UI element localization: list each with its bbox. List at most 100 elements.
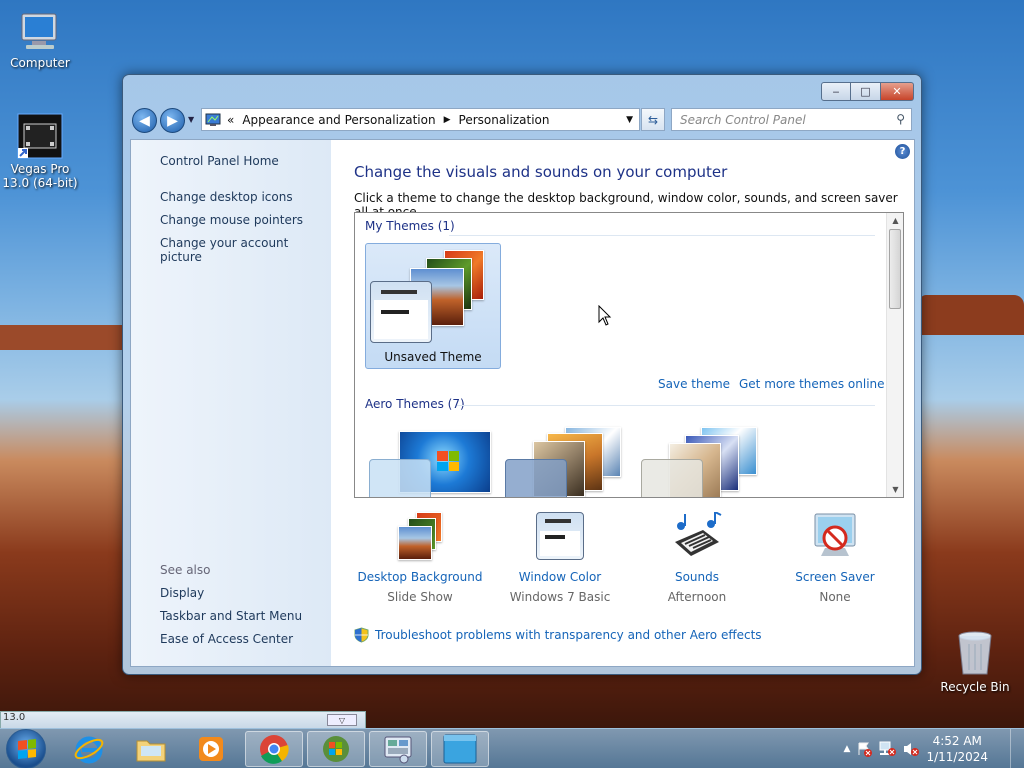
change-desktop-icons-link[interactable]: Change desktop icons [160, 190, 293, 204]
search-placeholder: Search Control Panel [680, 113, 806, 127]
scroll-down-icon[interactable]: ▼ [887, 482, 903, 497]
computer-icon [21, 13, 57, 49]
window-content: Control Panel Home Change desktop icons … [130, 139, 915, 667]
see-also-heading: See also [160, 563, 211, 577]
aero-theme-windows7[interactable] [369, 431, 493, 497]
preview-bar [381, 310, 409, 314]
mesa-rock [920, 295, 1024, 335]
minimize-button[interactable]: ‒ [821, 82, 851, 101]
forward-button[interactable]: ▶ [160, 108, 185, 133]
window-color-value: Windows 7 Basic [509, 590, 611, 604]
taskbar-start-menu-link[interactable]: Taskbar and Start Menu [160, 609, 302, 623]
taskbar-internet-explorer[interactable] [60, 731, 118, 767]
help-icon[interactable]: ? [895, 144, 910, 159]
media-player-icon [199, 737, 223, 761]
taskbar-control-panel[interactable] [369, 731, 427, 767]
left-pane: Control Panel Home Change desktop icons … [131, 140, 331, 666]
troubleshoot-label[interactable]: Troubleshoot problems with transparency … [375, 628, 762, 642]
collapse-icon[interactable]: ▽ [327, 714, 357, 726]
system-tray: ▲ 4:52 AM 1/11/2024 [844, 729, 1024, 768]
clock[interactable]: 4:52 AM 1/11/2024 [926, 733, 988, 765]
desktop-background-option[interactable]: Desktop Background Slide Show [355, 512, 485, 604]
taskbar-personalization[interactable] [307, 731, 365, 767]
clock-time: 4:52 AM [932, 734, 982, 748]
change-account-picture-link[interactable]: Change your account picture [160, 236, 331, 264]
scroll-up-icon[interactable]: ▲ [887, 213, 903, 228]
folder-icon [136, 740, 166, 762]
troubleshoot-link[interactable]: Troubleshoot problems with transparency … [354, 627, 762, 643]
back-button[interactable]: ◀ [132, 108, 157, 133]
theme-list[interactable]: My Themes (1) Unsaved Theme Save theme G… [354, 212, 904, 498]
mesa-rock [0, 325, 122, 350]
back-arrow-icon: ◀ [139, 112, 150, 129]
taskbar-chrome[interactable] [245, 731, 303, 767]
search-icon[interactable]: ⚲ [896, 112, 905, 126]
sounds-option[interactable]: Sounds Afternoon [632, 510, 762, 604]
window-color-label[interactable]: Window Color [495, 570, 625, 584]
change-mouse-pointers-link[interactable]: Change mouse pointers [160, 213, 303, 227]
personalization-window[interactable]: ‒ □ ✕ ◀ ▶ ▼ « Appearance and Personaliza… [122, 74, 922, 675]
desktop-icon-label: Computer [10, 56, 70, 70]
desktop-icon-recycle-bin[interactable]: Recycle Bin [935, 630, 1015, 694]
refresh-icon: ⇆ [647, 112, 659, 127]
forward-arrow-icon: ▶ [167, 112, 178, 129]
taskbar-vegas-pro[interactable] [431, 731, 489, 767]
network-icon[interactable] [878, 741, 897, 757]
internet-explorer-icon [74, 736, 104, 764]
window-preview-label: 13.0 [3, 712, 26, 723]
ease-of-access-link[interactable]: Ease of Access Center [160, 632, 293, 646]
address-dropdown-icon[interactable]: ▼ [626, 115, 633, 125]
breadcrumb-personalization[interactable]: Personalization [459, 113, 550, 127]
start-button[interactable] [6, 729, 46, 768]
show-hidden-icons-button[interactable]: ▲ [844, 744, 851, 754]
desktop-background-label[interactable]: Desktop Background [355, 570, 485, 584]
breadcrumb-overflow[interactable]: « [227, 113, 234, 127]
taskbar-file-explorer[interactable] [122, 731, 180, 767]
search-input[interactable]: Search Control Panel ⚲ [671, 108, 912, 131]
save-theme-link[interactable]: Save theme [658, 377, 730, 391]
action-center-icon[interactable] [856, 741, 873, 757]
aero-theme-architecture[interactable] [505, 427, 629, 497]
aero-theme-characters[interactable] [641, 427, 765, 497]
group-divider [457, 405, 875, 406]
sounds-value: Afternoon [667, 590, 727, 604]
unsaved-theme-label: Unsaved Theme [384, 350, 482, 364]
preview-bar [381, 290, 417, 294]
taskbar-media-player[interactable] [182, 731, 240, 767]
display-link[interactable]: Display [160, 586, 204, 600]
window-preview-strip[interactable]: 13.0 ▽ [0, 711, 366, 729]
recycle-bin-icon [958, 631, 992, 675]
sounds-label[interactable]: Sounds [632, 570, 762, 584]
windows-logo-icon [18, 739, 36, 759]
vegas-pro-icon [17, 113, 63, 159]
window-color-option[interactable]: Window Color Windows 7 Basic [495, 512, 625, 604]
window-color-preview [369, 459, 431, 497]
window-color-preview [370, 281, 432, 343]
desktop-icon-computer[interactable]: Computer [0, 10, 80, 70]
close-button[interactable]: ✕ [881, 82, 914, 101]
screen-saver-option[interactable]: Screen Saver None [770, 512, 900, 604]
volume-muted-icon[interactable] [902, 741, 920, 757]
caption-buttons: ‒ □ ✕ [821, 82, 914, 101]
get-more-themes-link[interactable]: Get more themes online [739, 377, 885, 391]
theme-list-scrollbar[interactable]: ▲ ▼ [886, 213, 903, 497]
control-panel-home-link[interactable]: Control Panel Home [160, 154, 279, 168]
breadcrumb-separator-icon[interactable]: ▶ [444, 115, 451, 125]
desktop-icon-label: Recycle Bin [940, 680, 1010, 694]
breadcrumb-appearance[interactable]: Appearance and Personalization [242, 113, 435, 127]
window-color-preview [505, 459, 567, 497]
screen-saver-icon [805, 512, 865, 562]
refresh-button[interactable]: ⇆ [641, 108, 665, 131]
unsaved-theme-tile[interactable]: Unsaved Theme [365, 243, 501, 369]
scroll-thumb[interactable] [889, 229, 901, 309]
shield-icon [354, 627, 369, 643]
screen-saver-label[interactable]: Screen Saver [770, 570, 900, 584]
address-bar[interactable]: « Appearance and Personalization ▶ Perso… [201, 108, 640, 131]
windows-logo-icon [437, 451, 459, 471]
desktop-icon-vegas-pro[interactable]: Vegas Pro 13.0 (64-bit) [0, 112, 80, 190]
control-panel-icon [384, 736, 412, 764]
recent-pages-dropdown[interactable]: ▼ [188, 115, 194, 124]
maximize-button[interactable]: □ [851, 82, 881, 101]
sounds-icon [667, 510, 727, 562]
show-desktop-button[interactable] [1010, 729, 1024, 768]
